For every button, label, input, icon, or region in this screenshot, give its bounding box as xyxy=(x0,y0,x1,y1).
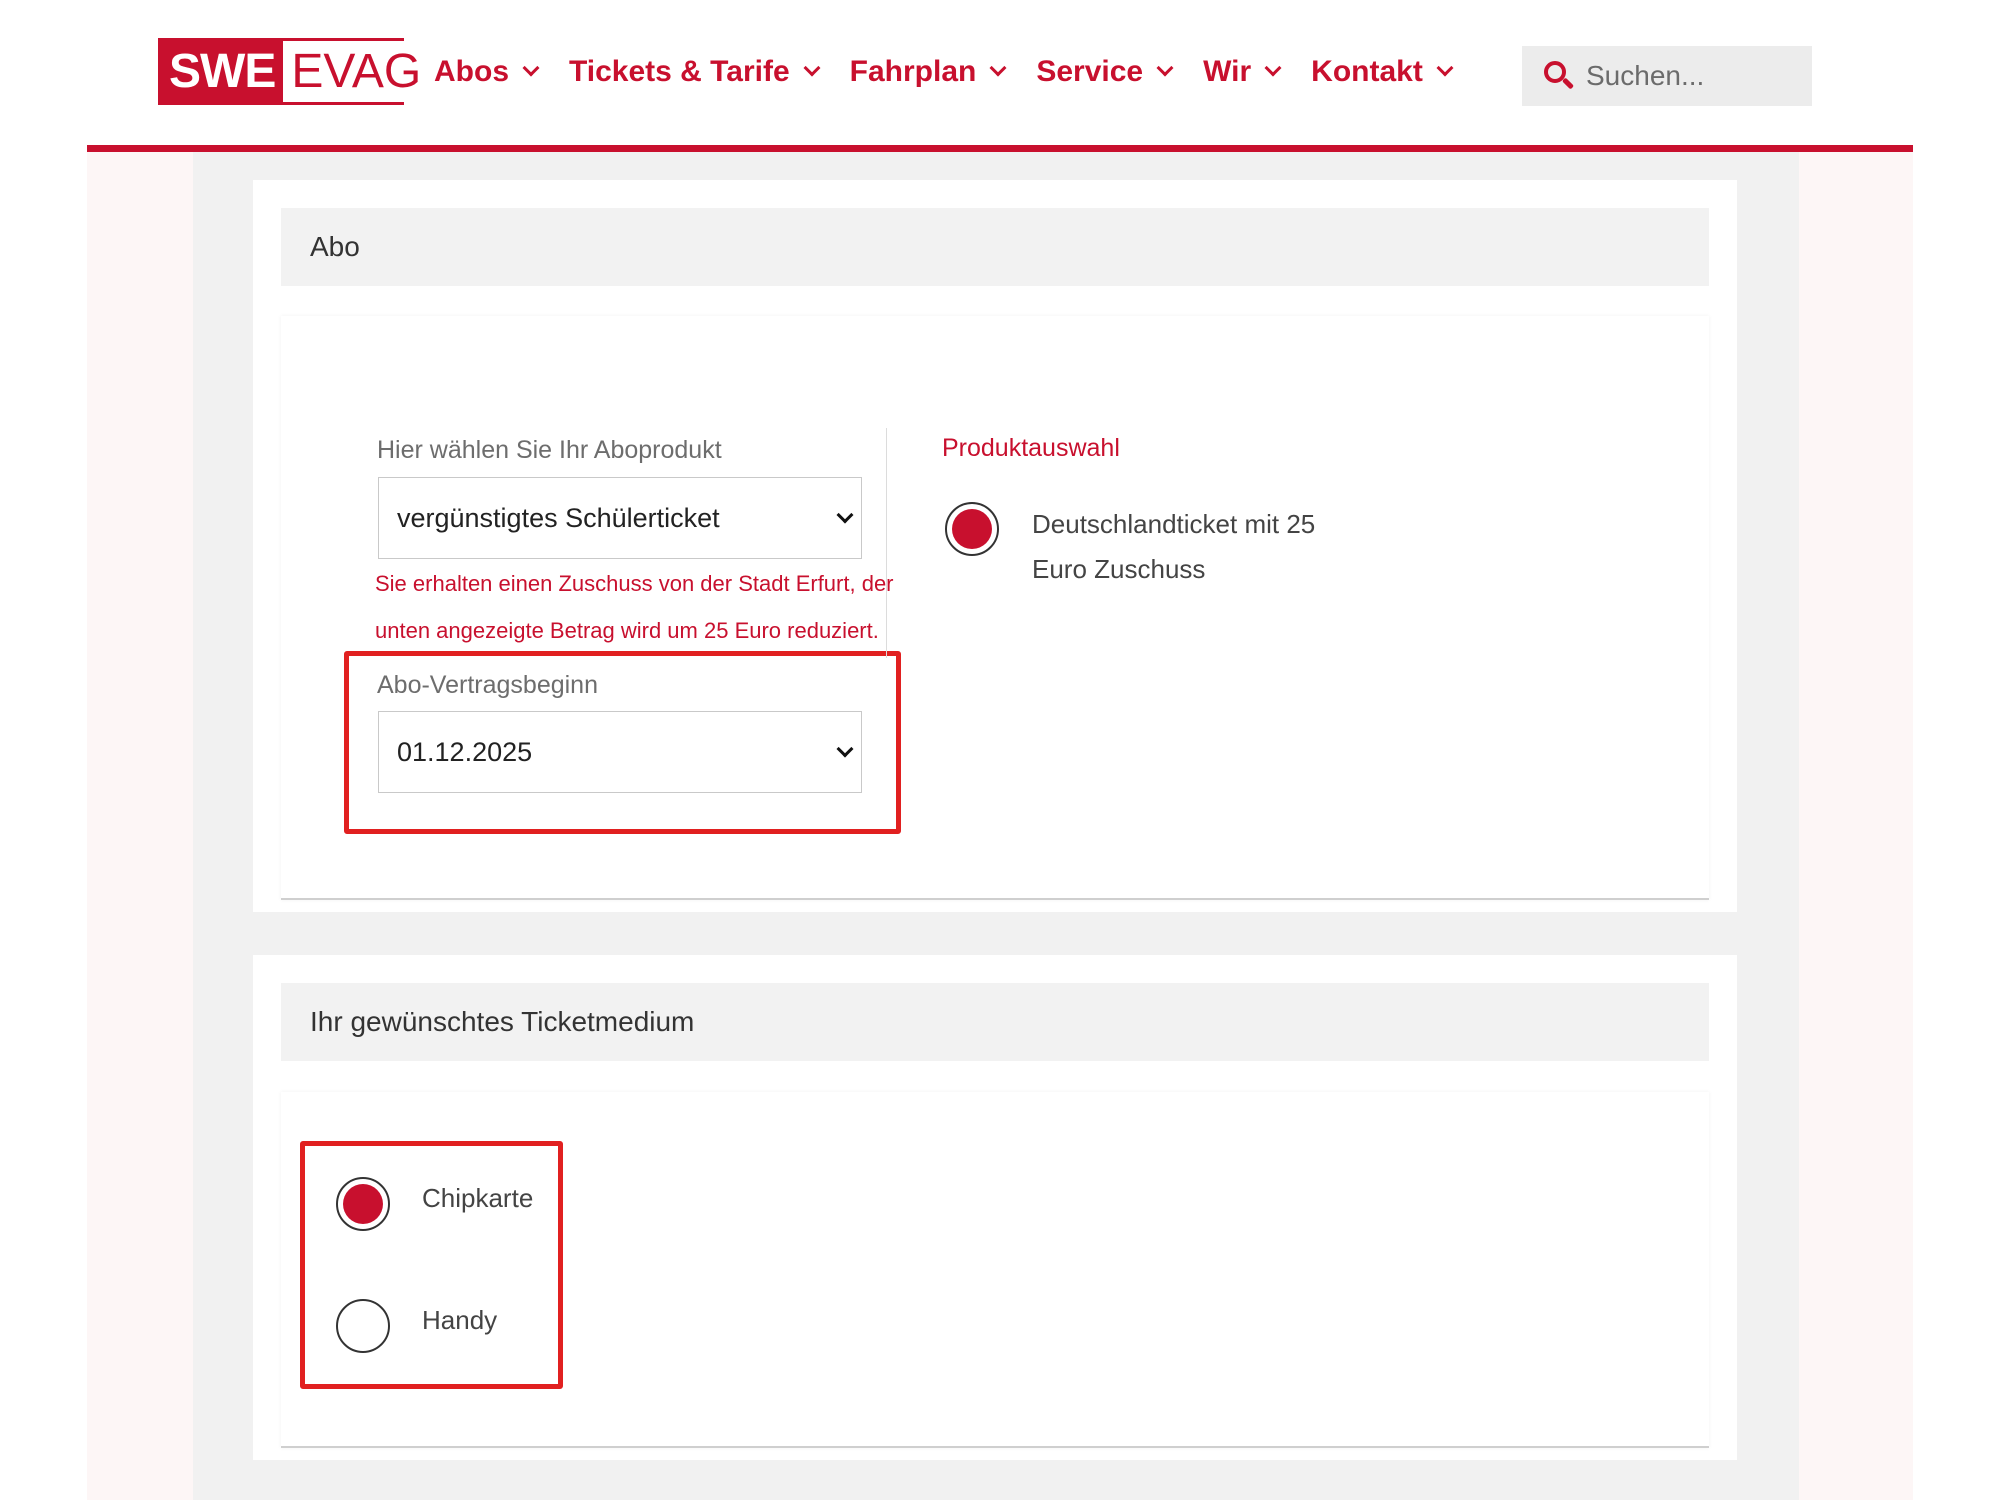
search-icon-handle xyxy=(1561,77,1575,90)
start-date-highlight xyxy=(344,651,901,834)
nav-item-kontakt[interactable]: Kontakt xyxy=(1311,55,1454,89)
logo-swe-text: SWE xyxy=(161,41,284,102)
nav-item-label: Service xyxy=(1036,55,1144,88)
search-input[interactable] xyxy=(1586,60,1806,92)
nav-item-abos[interactable]: Abos xyxy=(434,55,540,89)
search-icon[interactable] xyxy=(1544,61,1575,91)
search-box xyxy=(1522,46,1812,106)
swe-evag-logo[interactable]: SWE EVAG xyxy=(158,38,430,105)
chevron-down-icon xyxy=(522,59,540,77)
nav-item-tickets-tarife[interactable]: Tickets & Tarife xyxy=(569,55,821,89)
column-divider xyxy=(886,428,887,658)
nav-item-label: Fahrplan xyxy=(849,55,977,88)
product-radio-deutschlandticket[interactable] xyxy=(945,502,999,556)
nav-item-wir[interactable]: Wir xyxy=(1203,55,1282,89)
chevron-down-icon xyxy=(989,59,1007,77)
subsidy-hint: Sie erhalten einen Zuschuss von der Stad… xyxy=(375,571,894,643)
product-select-value: vergünstigtes Schülerticket xyxy=(397,502,720,533)
chevron-down-icon xyxy=(836,506,854,524)
product-select-label: Hier wählen Sie Ihr Aboprodukt xyxy=(377,436,722,464)
chevron-down-icon xyxy=(803,59,821,77)
chevron-down-icon xyxy=(1436,59,1454,77)
nav-item-service[interactable]: Service xyxy=(1036,55,1174,89)
nav-item-label: Kontakt xyxy=(1311,55,1423,88)
product-choice-title: Produktauswahl xyxy=(942,434,1120,462)
main-nav: Abos Tickets & Tarife Fahrplan Service W… xyxy=(434,48,1483,96)
nav-item-label: Wir xyxy=(1203,55,1252,88)
nav-item-fahrplan[interactable]: Fahrplan xyxy=(849,55,1007,89)
nav-item-label: Abos xyxy=(434,55,509,88)
logo-evag-text: EVAG xyxy=(283,41,430,102)
site-header: SWE EVAG Abos Tickets & Tarife Fahrplan … xyxy=(0,0,2000,150)
ticket-medium-highlight xyxy=(300,1141,563,1389)
chevron-down-icon xyxy=(1264,59,1282,77)
header-divider xyxy=(87,145,1913,152)
product-radio-label: Deutschlandticket mit 25 Euro Zuschuss xyxy=(1032,509,1316,584)
nav-item-label: Tickets & Tarife xyxy=(569,55,790,88)
product-select[interactable]: vergünstigtes Schülerticket xyxy=(378,477,862,559)
chevron-down-icon xyxy=(1156,59,1174,77)
ticket-medium-title: Ihr gewünschtes Ticketmedium xyxy=(281,983,1709,1061)
abo-section-title: Abo xyxy=(281,208,1709,286)
